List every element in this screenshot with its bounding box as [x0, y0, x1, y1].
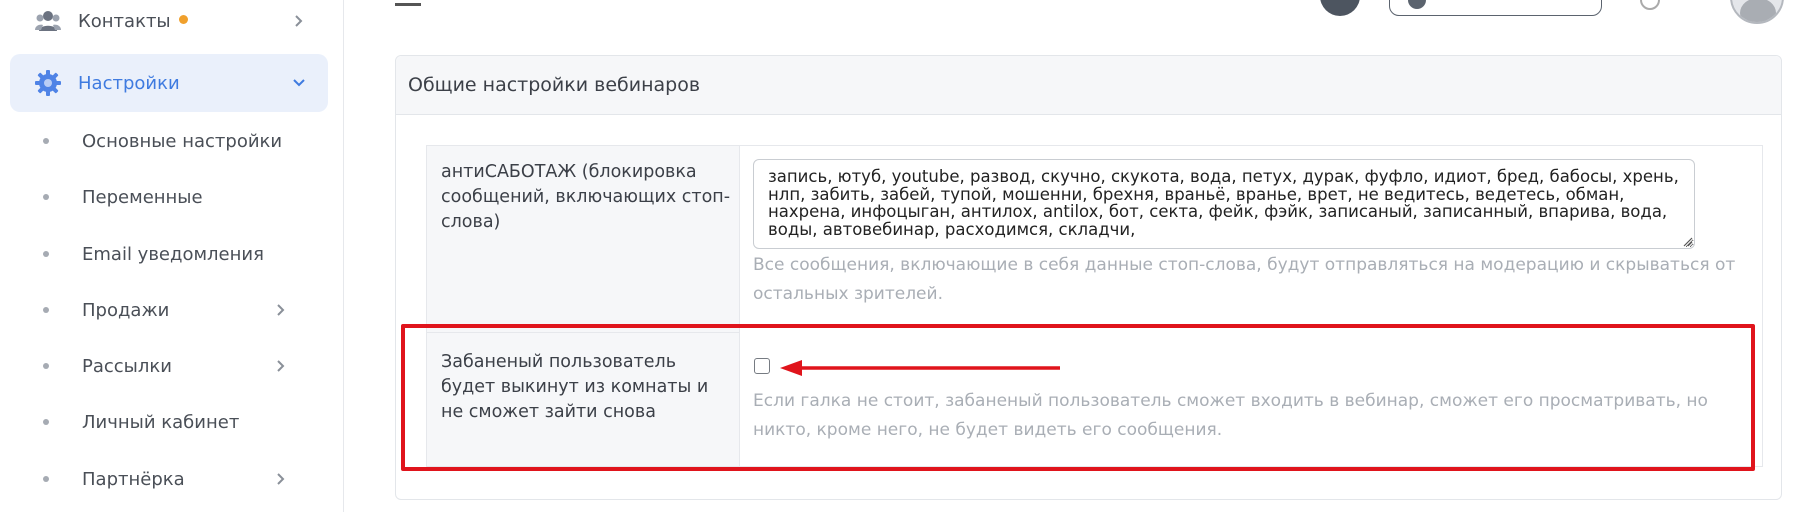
sidebar-subitem-email-notifications[interactable]: Email уведомления [0, 234, 330, 274]
ban-kick-checkbox[interactable] [754, 358, 770, 374]
chevron-right-icon [277, 360, 285, 372]
sidebar-subitem-sales[interactable]: Продажи [0, 290, 330, 330]
chevron-right-icon [277, 473, 285, 485]
avatar[interactable] [1730, 0, 1784, 24]
ban-kick-help-text: Если галка не стоит, забаненый пользоват… [753, 391, 1708, 440]
ban-kick-label: Забаненый пользователь будет выкинут из … [441, 352, 709, 422]
sidebar-subitem-main-settings[interactable]: Основные настройки [0, 121, 330, 161]
panel-title: Общие настройки вебинаров [408, 74, 701, 96]
sidebar-subitem-personal-cabinet[interactable]: Личный кабинет [0, 402, 330, 442]
back-button[interactable] [1320, 0, 1360, 16]
sidebar-subitem-variables[interactable]: Переменные [0, 177, 330, 217]
sidebar-subitem-label: Рассылки [82, 355, 172, 377]
top-bar-button[interactable] [1389, 0, 1602, 16]
chevron-right-icon [295, 15, 303, 27]
resize-handle-icon[interactable] [1683, 237, 1693, 247]
row-divider [427, 332, 740, 333]
sidebar-subitem-label: Партнёрка [82, 468, 185, 490]
menu-toggle-icon[interactable] [395, 0, 421, 6]
sidebar-subitem-label: Email уведомления [82, 243, 264, 265]
sidebar-item-settings[interactable]: Настройки [10, 54, 328, 112]
sidebar-subitem-label: Переменные [82, 186, 203, 208]
bullet [43, 419, 49, 425]
sidebar: Контакты Настройки Основные настройки Пе… [0, 0, 344, 512]
bullet [43, 476, 49, 482]
sidebar-item-settings-label: Настройки [78, 72, 180, 94]
antisabotage-help-text: Все сообщения, включающие в себя данные … [753, 255, 1736, 304]
notification-dot [178, 14, 188, 24]
bullet [43, 194, 49, 200]
chevron-down-icon [293, 79, 305, 87]
gear-icon [34, 69, 62, 97]
bullet [43, 138, 49, 144]
notification-icon[interactable] [1640, 0, 1660, 10]
antisabotage-label: антиСАБОТАЖ (блокировка сообщений, включ… [441, 162, 731, 232]
webinar-settings-panel: Общие настройки вебинаров антиСАБОТАЖ (б… [395, 55, 1782, 500]
sidebar-subitem-label: Продажи [82, 299, 170, 321]
bullet [43, 251, 49, 257]
pill-icon [1408, 0, 1426, 9]
sidebar-item-contacts[interactable]: Контакты [10, 0, 328, 50]
users-icon [34, 7, 62, 35]
sidebar-subitem-affiliate[interactable]: Партнёрка [0, 459, 330, 499]
stopwords-textarea[interactable]: запись, ютуб, youtube, развод, скучно, с… [753, 159, 1695, 249]
bullet [43, 307, 49, 313]
bullet [43, 363, 49, 369]
sidebar-subitem-label: Основные настройки [82, 130, 283, 152]
chevron-right-icon [277, 304, 285, 316]
sidebar-item-contacts-label: Контакты [78, 10, 171, 32]
sidebar-subitem-mailings[interactable]: Рассылки [0, 346, 330, 386]
panel-header: Общие настройки вебинаров [396, 56, 1781, 115]
sidebar-subitem-label: Личный кабинет [82, 411, 240, 433]
